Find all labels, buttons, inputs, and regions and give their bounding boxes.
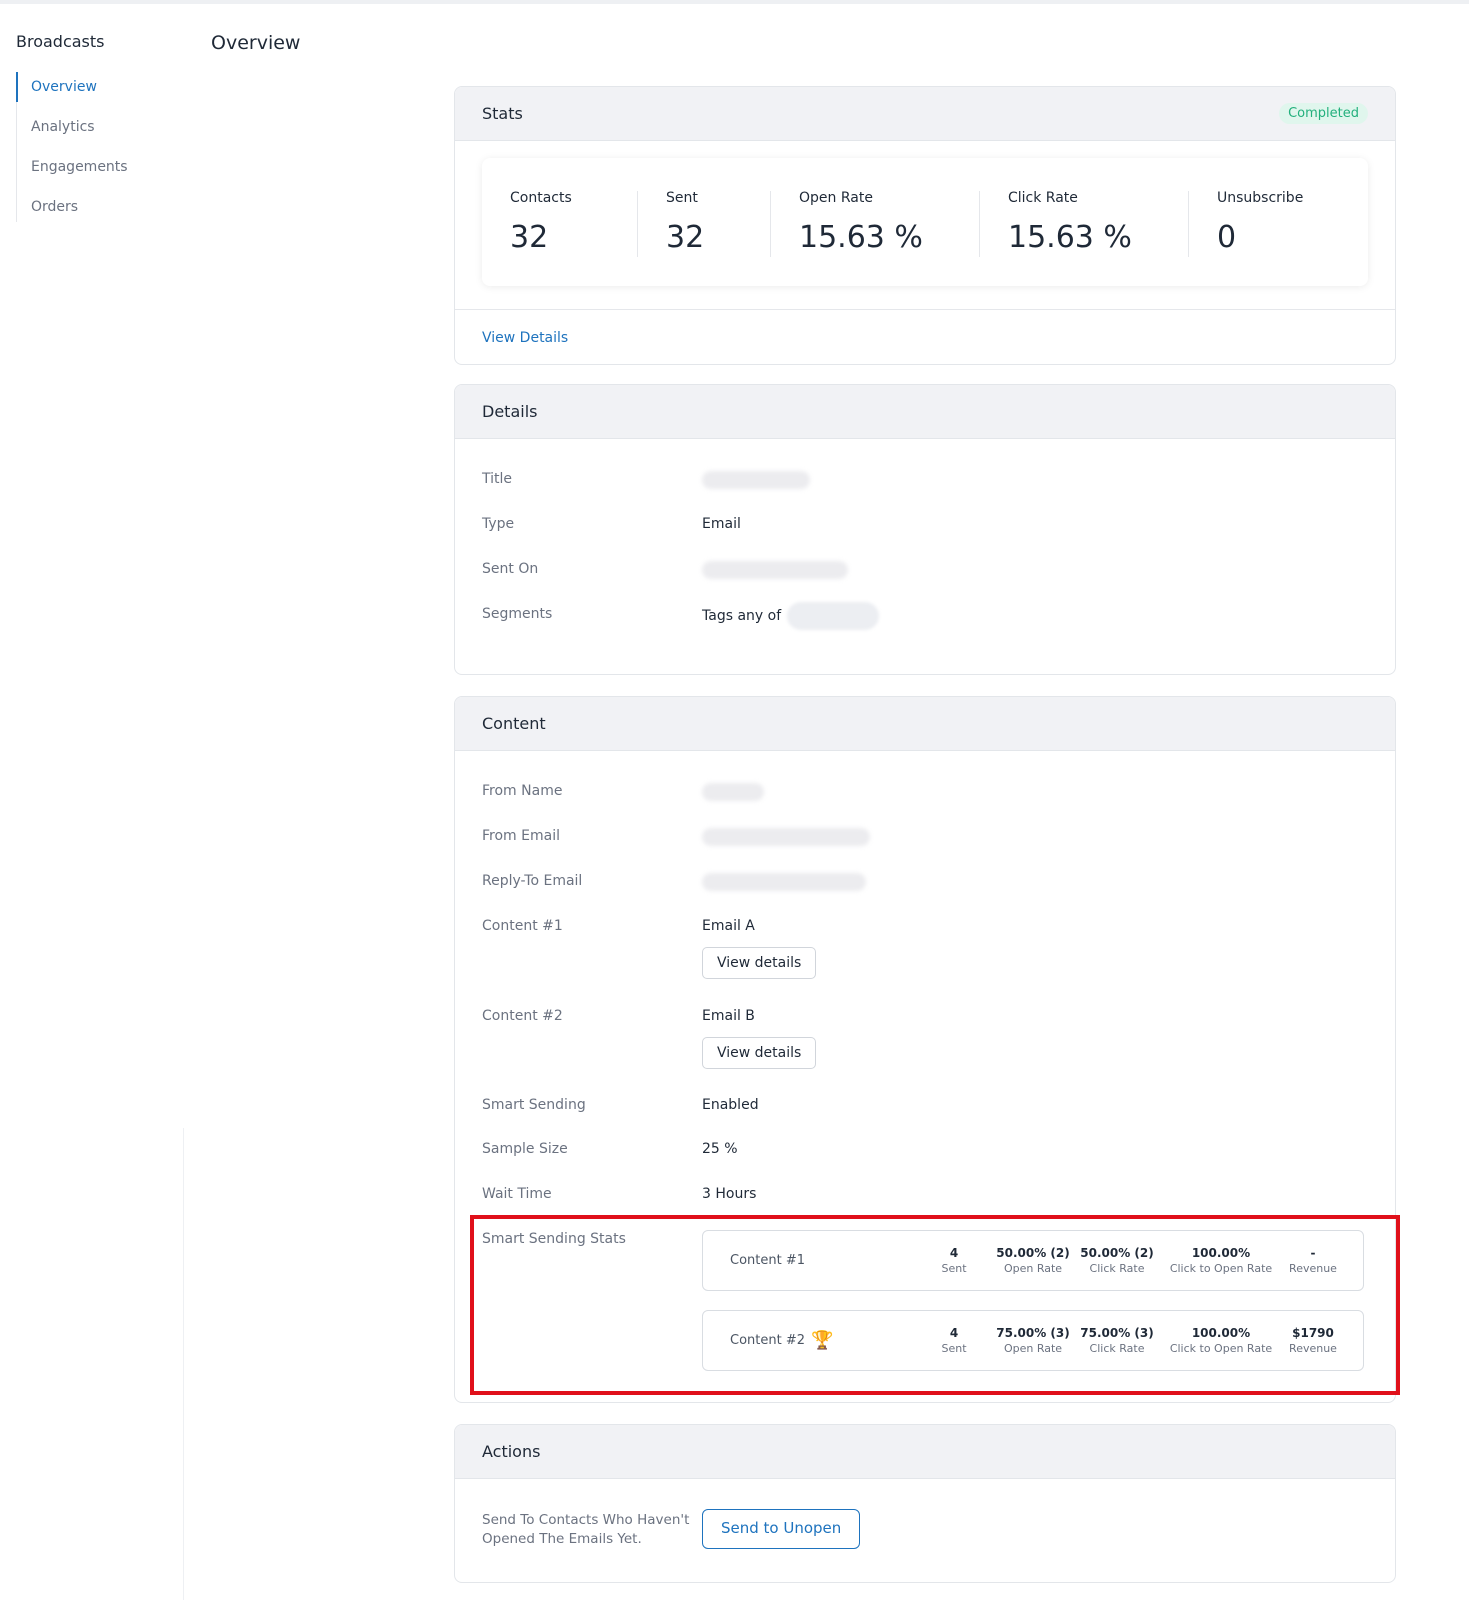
detail-label: From Name [482,783,563,799]
detail-value: 3 Hours [702,1186,757,1202]
content-header: Content [455,697,1395,751]
divider [183,1128,184,1600]
detail-label: Title [482,471,513,487]
stat-click-rate: Click Rate 15.63 % [980,189,1188,256]
detail-label: Sent On [482,561,539,577]
stat-label: Click Rate [1008,190,1078,206]
detail-value: Email A [702,918,755,934]
sidebar-item-analytics[interactable]: Analytics [17,112,186,142]
stat-value: 32 [510,220,549,255]
detail-label: From Email [482,828,560,844]
actions-controls: Send to Unopen [702,1509,861,1549]
detail-value-redacted [702,561,848,579]
content-title: Content [482,714,546,733]
stat-label: Contacts [510,190,572,206]
detail-label: Type [482,516,515,532]
detail-value: Email [702,516,741,532]
stats-card: Stats Completed Contacts 32 Sent 32 Open… [454,86,1396,365]
sidebar: Broadcasts Overview Analytics Engagement… [16,30,186,232]
actions-title: Actions [482,1442,541,1461]
sidebar-nav: Overview Analytics Engagements Orders [16,72,186,222]
detail-label: Content #2 [482,1008,563,1024]
segments-prefix: Tags any of [702,608,782,624]
content-2-actions: View details [702,1037,817,1069]
content-1-actions: View details [702,947,817,979]
stats-footer: View Details [455,309,1395,364]
view-details-button[interactable]: View details [702,947,817,979]
stat-label: Unsubscribe [1217,190,1304,206]
detail-value-redacted [702,783,764,801]
actions-description-line: Opened The Emails Yet. [482,1531,642,1547]
actions-header: Actions [455,1425,1395,1479]
detail-value-redacted [702,828,870,846]
stat-open-rate: Open Rate 15.63 % [771,189,979,256]
detail-label: Content #1 [482,918,563,934]
sidebar-title: Broadcasts [16,32,105,51]
send-to-unopen-button[interactable]: Send to Unopen [702,1509,861,1549]
detail-label: Sample Size [482,1141,568,1157]
stat-label: Open Rate [799,190,873,206]
actions-description-line: Send To Contacts Who Haven't [482,1512,690,1528]
detail-value: 25 % [702,1141,738,1157]
view-details-button[interactable]: View details [702,1037,817,1069]
status-badge: Completed [1279,103,1368,124]
view-details-link[interactable]: View Details [482,330,568,346]
detail-value: Tags any of [702,602,880,630]
stat-value: 0 [1217,220,1237,255]
sidebar-item-overview[interactable]: Overview [16,72,186,102]
stat-sent: Sent 32 [638,189,770,256]
sidebar-item-orders[interactable]: Orders [17,192,186,222]
stats-summary: Contacts 32 Sent 32 Open Rate 15.63 % Cl… [482,158,1368,286]
detail-label: Wait Time [482,1186,552,1202]
detail-value-redacted [702,873,866,891]
detail-label: Reply-To Email [482,873,583,889]
stats-title: Stats [482,104,523,123]
stat-value: 15.63 % [1008,220,1132,255]
highlight-box [470,1215,1400,1395]
stat-value: 15.63 % [799,220,923,255]
details-header: Details [455,385,1395,439]
stat-contacts: Contacts 32 [482,189,637,256]
detail-value-redacted [702,471,810,489]
tag-pill [787,602,880,630]
detail-value: Email B [702,1008,755,1024]
stat-label: Sent [666,190,698,206]
actions-card: Actions Send To Contacts Who Haven't Ope… [454,1424,1396,1583]
detail-value: Enabled [702,1097,759,1113]
top-border [0,0,1469,4]
details-title: Details [482,402,538,421]
detail-label: Smart Sending [482,1097,586,1113]
page-title: Overview [211,32,301,54]
details-card: Details Title Type Email Sent On Segment… [454,384,1396,675]
sidebar-item-engagements[interactable]: Engagements [17,152,186,182]
stat-unsubscribe: Unsubscribe 0 [1189,189,1359,256]
stats-header: Stats Completed [455,87,1395,141]
detail-label: Segments [482,606,553,622]
stat-value: 32 [666,220,705,255]
actions-description: Send To Contacts Who Haven't Opened The … [482,1511,689,1549]
